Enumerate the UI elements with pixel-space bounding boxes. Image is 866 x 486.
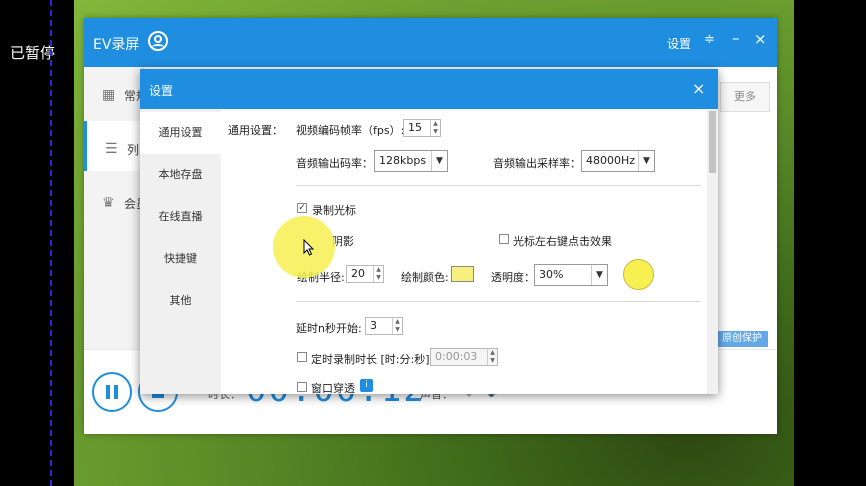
click-effect-label: 光标左右键点击效果 <box>513 235 612 248</box>
minimize-icon[interactable]: – <box>732 29 740 47</box>
original-protection-button[interactable]: 原创保护 <box>716 331 768 347</box>
right-black-strip <box>794 0 866 486</box>
record-cursor-checkbox[interactable]: ✓ <box>297 203 307 213</box>
user-icon[interactable] <box>148 31 168 51</box>
timed-record-checkbox[interactable] <box>297 352 307 362</box>
scroll-thumb[interactable] <box>709 111 716 173</box>
radius-value: 20 <box>351 267 365 280</box>
fps-value: 15 <box>408 121 422 134</box>
divider <box>296 301 701 302</box>
nav-local-save[interactable]: 本地存盘 <box>140 154 221 196</box>
delay-value: 3 <box>370 319 377 332</box>
cursor-preview-circle <box>623 259 654 290</box>
sample-rate-label: 音频输出采样率： <box>493 157 581 170</box>
nav-other[interactable]: 其他 <box>140 280 221 322</box>
settings-dialog: 设置 × 通用设置 本地存盘 在线直播 快捷键 其他 通用设置： 视频编码帧率（… <box>140 69 718 394</box>
stepper-arrows-icon[interactable]: ▲ ▼ <box>373 266 383 282</box>
opacity-value: 30% <box>539 268 564 281</box>
chevron-down-icon: ▼ <box>638 151 654 171</box>
draw-color-swatch[interactable] <box>451 266 474 282</box>
dialog-title-bar: 设置 × <box>140 69 718 109</box>
audio-bitrate-label: 音频输出码率： <box>296 157 373 170</box>
chevron-down-icon: ▼ <box>591 265 607 285</box>
delay-stepper[interactable]: 3 ▲ ▼ <box>365 317 403 335</box>
pause-button[interactable] <box>92 372 132 412</box>
opacity-select[interactable]: 30% ▼ <box>534 264 608 286</box>
app-title-bar: EV录屏 设置 ≑ – × <box>84 18 777 67</box>
recording-boundary-line <box>50 0 52 486</box>
crown-icon: ♛ <box>102 195 115 211</box>
timed-record-input[interactable]: 0:00:03 ▲ ▼ <box>430 348 498 366</box>
settings-nav: 通用设置 本地存盘 在线直播 快捷键 其他 <box>140 109 221 394</box>
window-transparent-checkbox[interactable] <box>297 382 307 392</box>
dialog-title: 设置 <box>149 84 174 98</box>
left-black-strip <box>0 0 74 486</box>
stepper-arrows-icon[interactable]: ▲ ▼ <box>430 120 440 136</box>
list-icon: ☰ <box>105 141 118 157</box>
sidebar-item-member[interactable]: ♛ 会员 <box>84 175 148 225</box>
record-cursor-label: 录制光标 <box>312 204 356 217</box>
more-button[interactable]: 更多 <box>720 82 770 112</box>
timed-record-value: 0:00:03 <box>435 350 478 363</box>
nav-hotkeys[interactable]: 快捷键 <box>140 238 221 280</box>
dialog-close-icon[interactable]: × <box>692 79 705 98</box>
section-label: 通用设置： <box>228 124 283 137</box>
nav-live-stream[interactable]: 在线直播 <box>140 196 221 238</box>
app-sidebar: ▦ 常规 ☰ 列表 ♛ 会员 <box>84 67 151 349</box>
radius-stepper[interactable]: 20 ▲ ▼ <box>346 265 384 283</box>
color-label: 绘制颜色: <box>401 271 449 284</box>
audio-bitrate-value: 128kbps <box>379 154 427 167</box>
paused-status-label: 已暂停 <box>10 44 56 62</box>
settings-link[interactable]: 设置 <box>667 35 691 52</box>
sample-rate-value: 48000Hz <box>586 154 636 167</box>
click-effect-checkbox[interactable] <box>499 234 509 244</box>
sidebar-item-list[interactable]: ☰ 列表 <box>84 121 151 171</box>
delay-label: 延时n秒开始: <box>296 322 362 335</box>
grid-icon: ▦ <box>102 87 116 103</box>
opacity-label: 透明度： <box>491 271 535 284</box>
sample-rate-select[interactable]: 48000Hz ▼ <box>581 150 655 172</box>
close-icon[interactable]: × <box>754 30 767 48</box>
timed-record-label: 定时录制时长 [时:分:秒]: <box>311 353 434 366</box>
window-transparent-label: 窗口穿透 <box>311 382 355 394</box>
sidebar-item-general[interactable]: ▦ 常规 <box>84 67 148 117</box>
info-icon[interactable]: i <box>360 379 373 392</box>
scrollbar[interactable] <box>707 109 718 394</box>
nav-general-settings[interactable]: 通用设置 <box>140 112 221 154</box>
cursor-shadow-label: 阴影 <box>332 235 354 248</box>
menu-icon[interactable]: ≑ <box>704 32 715 47</box>
stepper-arrows-icon[interactable]: ▲ ▼ <box>392 318 402 334</box>
fps-stepper[interactable]: 15 ▲ ▼ <box>403 119 441 137</box>
chevron-down-icon: ▼ <box>431 151 447 171</box>
mouse-cursor-icon <box>303 239 315 256</box>
divider <box>296 185 701 186</box>
fps-label: 视频编码帧率（fps）: <box>296 124 405 137</box>
audio-bitrate-select[interactable]: 128kbps ▼ <box>374 150 448 172</box>
app-title: EV录屏 <box>93 37 140 53</box>
stepper-arrows-icon[interactable]: ▲ ▼ <box>487 349 497 365</box>
